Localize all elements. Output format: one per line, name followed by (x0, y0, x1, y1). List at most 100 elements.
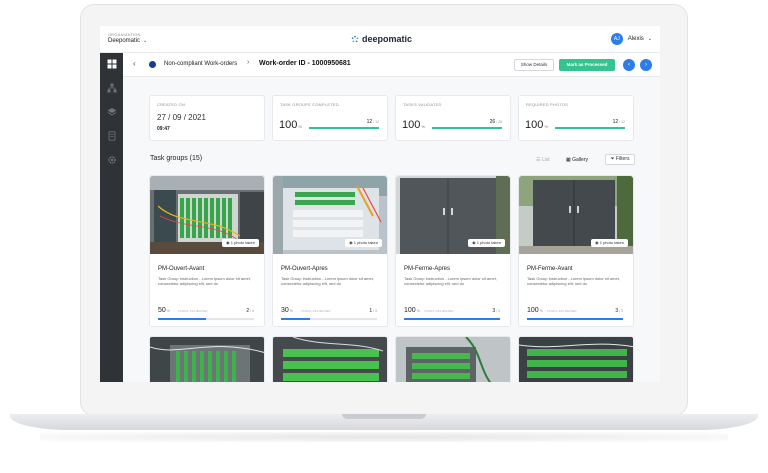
gallery-view-label: Gallery (572, 157, 588, 163)
chevron-down-icon: ⌄ (143, 38, 148, 44)
layers-icon[interactable] (106, 107, 117, 118)
stat-count-total: / 12 (619, 120, 625, 124)
tasks-validated-label: TASKS VALIDATED (424, 309, 454, 313)
dashboard-grid-icon[interactable] (106, 59, 117, 70)
hierarchy-icon[interactable] (106, 83, 117, 94)
task-group-photo[interactable]: ◉ 1 photo taken (396, 176, 510, 254)
task-group-card[interactable]: ◉ 1 photo taken PM-Ouvert-Avant Task Gro… (149, 175, 265, 327)
stat-label: TASKS VALIDATED (403, 102, 442, 107)
stat-count-total: / 12 (373, 120, 379, 124)
chevron-right-icon: › (247, 59, 250, 66)
breadcrumb-parent[interactable]: Non-compliant Work-orders (164, 61, 237, 67)
task-group-photo[interactable]: ◉ 1 photo taken (150, 176, 264, 254)
task-count-total: / 3 (496, 309, 500, 313)
percent-value: 50 (158, 307, 166, 314)
task-group-percent: 50% (158, 307, 170, 314)
document-icon[interactable] (106, 131, 117, 142)
progress-fill (527, 318, 623, 320)
filters-button[interactable]: ⏷ Filters (605, 154, 635, 165)
stat-number: 100 (279, 119, 298, 131)
stat-count: 12/ 12 (613, 119, 625, 125)
show-details-button[interactable]: Show Details (514, 59, 554, 71)
user-menu[interactable]: AJ Alexis ⌄ (610, 33, 652, 45)
task-group-card[interactable]: ◉ 1 photo taken PM-Ferme-Avant Task Grou… (518, 175, 634, 327)
task-count-total: / 3 (619, 309, 623, 313)
percent-value: 100 (404, 307, 416, 314)
stat-label: TASK GROUPS COMPLETED (280, 102, 339, 107)
brand-logo: deepomatic (351, 34, 412, 44)
top-bar: ORGANIZATION Deepomatic ⌄ deepomatic AJ A… (100, 26, 660, 53)
brand-name: deepomatic (362, 34, 413, 44)
task-group-photo[interactable] (273, 337, 388, 382)
task-group-photo[interactable] (519, 337, 634, 382)
progress-fill (555, 127, 625, 129)
progress-fill (281, 318, 310, 320)
task-group-percent: 30% (281, 307, 293, 314)
stat-count-value: 12 (612, 119, 619, 125)
previous-button[interactable]: ‹ (623, 59, 635, 71)
created-date: 27 / 09 / 2021 (157, 113, 206, 122)
progress-fill (432, 127, 502, 129)
stat-label: CREATED ON (157, 102, 185, 107)
percent-unit: % (416, 309, 420, 313)
app-screen: ORGANIZATION Deepomatic ⌄ deepomatic AJ A… (100, 26, 660, 382)
list-view-toggle[interactable]: ☰ List (536, 157, 550, 163)
photo-count-badge: ◉ 1 photo taken (468, 239, 505, 247)
org-name: Deepomatic (108, 38, 141, 44)
task-group-card[interactable]: ◉ 1 photo taken PM-Ouvert-Apres Task Gro… (272, 175, 388, 327)
task-count-total: / 4 (250, 309, 254, 313)
org-switcher[interactable]: Deepomatic ⌄ (108, 38, 147, 44)
stat-unit: % (421, 124, 425, 129)
task-group-photo[interactable]: ◉ 1 photo taken (519, 176, 633, 254)
sidebar (100, 53, 123, 382)
task-group-card[interactable] (272, 336, 388, 382)
back-arrow-icon[interactable]: ‹ (133, 59, 136, 68)
photo-count-label: 1 photo taken (353, 240, 378, 245)
progress-bar (158, 318, 254, 320)
stat-card-required-photos: REQUIRED PHOTOS 100% 12/ 12 (518, 95, 634, 141)
stat-card-tasks-validated: TASKS VALIDATED 100% 26/ 26 (395, 95, 511, 141)
task-count: 1/ 3 (369, 308, 377, 314)
task-count-value: 3 (492, 308, 496, 314)
task-group-card[interactable] (518, 336, 634, 382)
laptop-shadow (40, 432, 728, 442)
stat-unit: % (298, 124, 302, 129)
stat-card-created: CREATED ON 27 / 09 / 2021 09:47 (149, 95, 265, 141)
photo-count-label: 1 photo taken (599, 240, 624, 245)
task-group-card[interactable] (395, 336, 511, 382)
chevron-down-icon: ⌄ (647, 36, 652, 42)
percent-value: 30 (281, 307, 289, 314)
work-order-header: ‹ Non-compliant Work-orders › Work-order… (123, 53, 660, 77)
deepomatic-logo-icon (351, 35, 359, 43)
stat-count: 12/ 12 (367, 119, 379, 125)
gear-icon[interactable] (106, 155, 117, 166)
task-group-photo[interactable] (396, 337, 511, 382)
task-group-photo[interactable]: ◉ 1 photo taken (273, 176, 387, 254)
task-group-card[interactable] (149, 336, 265, 382)
mark-as-processed-button[interactable]: Mark as Processed (559, 59, 615, 71)
stat-count-value: 12 (366, 119, 373, 125)
laptop-notch (342, 414, 426, 419)
stat-card-task-groups-completed: TASK GROUPS COMPLETED 100% 12/ 12 (272, 95, 388, 141)
progress-fill (158, 318, 206, 320)
photo-count-badge: ◉ 1 photo taken (591, 239, 628, 247)
next-button[interactable]: › (640, 59, 652, 71)
task-group-description: Task Group Instruction - Lorem ipsum dol… (281, 276, 374, 286)
progress-bar (555, 127, 625, 129)
task-count: 2/ 4 (246, 308, 254, 314)
task-count: 3/ 3 (615, 308, 623, 314)
tasks-validated-label: TASKS VALIDATED (547, 309, 577, 313)
progress-bar (404, 318, 500, 320)
photo-count-badge: ◉ 1 photo taken (222, 239, 259, 247)
stat-value: 100% (525, 119, 548, 131)
task-group-card[interactable]: ◉ 1 photo taken PM-Ferme-Apres Task Grou… (395, 175, 511, 327)
task-count-value: 2 (246, 308, 250, 314)
created-time: 09:47 (157, 126, 170, 132)
photo-count-label: 1 photo taken (230, 240, 255, 245)
progress-bar (309, 127, 379, 129)
percent-unit: % (289, 309, 293, 313)
stat-unit: % (544, 124, 548, 129)
gallery-view-toggle[interactable]: ▦ Gallery (566, 157, 588, 163)
progress-bar (281, 318, 377, 320)
task-group-photo[interactable] (150, 337, 265, 382)
